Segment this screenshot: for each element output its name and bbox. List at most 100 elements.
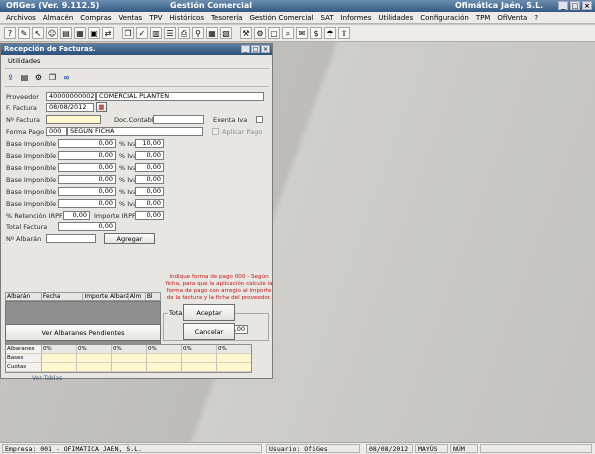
export-icon[interactable]: ⇪ <box>338 27 350 39</box>
window-menu-utilidades[interactable]: Utilidades <box>1 56 272 66</box>
iva5-field[interactable]: 0,00 <box>135 187 164 196</box>
menu-ventas[interactable]: Ventas <box>119 14 143 22</box>
calendar-icon[interactable]: ▦ <box>206 27 218 39</box>
menu-gestion-comercial[interactable]: Gestión Comercial <box>249 14 313 22</box>
menu-almacen[interactable]: Almacén <box>43 14 73 22</box>
copy-icon[interactable]: ❐ <box>47 72 58 83</box>
menu-archivos[interactable]: Archivos <box>6 14 36 22</box>
window-minimize-button[interactable]: _ <box>241 45 250 53</box>
tool-icon[interactable]: ⚒ <box>240 27 252 39</box>
grid-header-alm[interactable]: Alm <box>129 293 146 300</box>
settings-icon[interactable]: ⚙ <box>33 72 44 83</box>
exchange-icon[interactable]: ⇄ <box>102 27 114 39</box>
iva4-field[interactable]: 0,00 <box>135 175 164 184</box>
grid-icon[interactable]: ▣ <box>88 27 100 39</box>
status-empty <box>480 444 592 453</box>
num-factura-field[interactable] <box>46 115 101 124</box>
exenta-iva-label: Exenta Iva <box>213 116 248 124</box>
menu-sat[interactable]: SAT <box>321 14 334 22</box>
base6-field[interactable]: 0,00 <box>58 199 116 208</box>
gear-icon[interactable]: ⚙ <box>254 27 266 39</box>
doc-contable-field[interactable] <box>153 115 204 124</box>
base4-field[interactable]: 0,00 <box>58 175 116 184</box>
aplicar-pago-checkbox[interactable] <box>212 128 219 135</box>
menu-informes[interactable]: Informes <box>341 14 372 22</box>
menu-historicos[interactable]: Históricos <box>169 14 203 22</box>
summary-header-cell: 0% <box>147 345 183 353</box>
edit-icon[interactable]: ✎ <box>18 27 30 39</box>
menu-tpv[interactable]: TPV <box>149 14 162 22</box>
proveedor-name-field[interactable]: COMERCIAL PLANTEN <box>96 92 264 101</box>
base1-field[interactable]: 0,00 <box>58 139 116 148</box>
fecha-factura-field[interactable]: 08/08/2012 <box>46 103 94 112</box>
close-button[interactable]: × <box>582 1 592 10</box>
importe-irpf-field[interactable]: 0,00 <box>135 211 164 220</box>
summary-cell <box>147 354 183 362</box>
num-factura-label: Nº Factura <box>6 116 41 124</box>
ver-albaranes-pendientes-button[interactable]: Ver Albaranes Pendientes <box>5 324 161 341</box>
window-icon[interactable]: ▢ <box>268 27 280 39</box>
summary-cell <box>112 363 147 371</box>
proveedor-code-field[interactable]: 40000000002 <box>46 92 96 101</box>
calendar-icon[interactable]: ▦ <box>96 102 107 112</box>
list-icon[interactable]: ☰ <box>164 27 176 39</box>
menu-tesoreria[interactable]: Tesorería <box>211 14 242 22</box>
agregar-button[interactable]: Agregar <box>104 233 155 244</box>
app-titlebar: OfiGes (Ver. 9.112.5) Gestión Comercial … <box>0 0 595 12</box>
menu-configuracion[interactable]: Configuración <box>420 14 469 22</box>
main-menu: Archivos Almacén Compras Ventas TPV Hist… <box>0 12 595 24</box>
iva3-field[interactable]: 0,00 <box>135 163 164 172</box>
copy-icon[interactable]: ❐ <box>122 27 134 39</box>
num-albaran-field[interactable] <box>46 234 96 243</box>
binoculars-icon[interactable]: ∞ <box>61 72 72 83</box>
forma-pago-note: Indique forma de pago 000 - Según ficha,… <box>165 274 273 301</box>
exenta-iva-checkbox[interactable] <box>256 116 263 123</box>
document-icon[interactable]: ▤ <box>19 72 30 83</box>
maximize-button[interactable]: □ <box>570 1 580 10</box>
menu-ofiventa[interactable]: OfiVenta <box>497 14 527 22</box>
menu-tpm[interactable]: TPM <box>476 14 491 22</box>
base2-field[interactable]: 0,00 <box>58 151 116 160</box>
summary-cell <box>42 363 77 371</box>
search-icon[interactable]: ⌕ <box>282 27 294 39</box>
menu-help[interactable]: ? <box>534 14 538 22</box>
retencion-field[interactable]: 0,00 <box>63 211 90 220</box>
cash-icon[interactable]: $ <box>310 27 322 39</box>
importe-irpf-label: Importe IRPF <box>94 212 136 220</box>
pointer-icon[interactable]: ↖ <box>32 27 44 39</box>
total-factura-label: Total Factura <box>6 223 48 231</box>
grid-header-importe[interactable]: Importe Albarán <box>83 293 129 300</box>
aceptar-button[interactable]: Aceptar <box>183 304 235 321</box>
export-icon[interactable]: ⇪ <box>5 72 16 83</box>
help-icon[interactable]: ? <box>4 27 16 39</box>
cancelar-button[interactable]: Cancelar <box>183 323 235 340</box>
base3-field[interactable]: 0,00 <box>58 163 116 172</box>
filter-icon[interactable]: ⚲ <box>192 27 204 39</box>
grid-header-bl[interactable]: Bl <box>146 293 160 300</box>
grid-header-fecha[interactable]: Fecha <box>42 293 84 300</box>
summary-cell <box>217 363 251 371</box>
forma-pago-name-field[interactable]: SEGUN FICHA <box>67 127 203 136</box>
print-icon[interactable]: ⎙ <box>178 27 190 39</box>
window-close-button[interactable]: × <box>261 45 270 53</box>
image-icon[interactable]: ▧ <box>220 27 232 39</box>
table-icon[interactable]: ▦ <box>74 27 86 39</box>
menu-compras[interactable]: Compras <box>80 14 111 22</box>
iva6-field[interactable]: 0,00 <box>135 199 164 208</box>
users-icon[interactable]: ☺ <box>46 27 58 39</box>
check-icon[interactable]: ✓ <box>136 27 148 39</box>
iva2-field[interactable]: 0,00 <box>135 151 164 160</box>
iva1-field[interactable]: 10,00 <box>135 139 164 148</box>
document-icon[interactable]: ▤ <box>60 27 72 39</box>
chart-icon[interactable]: ▥ <box>150 27 162 39</box>
grid-header-albaran[interactable]: Albarán <box>6 293 42 300</box>
base5-field[interactable]: 0,00 <box>58 187 116 196</box>
window-maximize-button[interactable]: □ <box>251 45 260 53</box>
note-icon[interactable]: ✉ <box>296 27 308 39</box>
total-factura-field[interactable]: 0,00 <box>58 222 116 231</box>
menu-utilidades[interactable]: Utilidades <box>378 14 413 22</box>
minimize-button[interactable]: _ <box>558 1 568 10</box>
summary-header-albaranes: Albaranes <box>6 345 42 353</box>
forma-pago-code-field[interactable]: 000 <box>46 127 67 136</box>
umbrella-icon[interactable]: ☂ <box>324 27 336 39</box>
